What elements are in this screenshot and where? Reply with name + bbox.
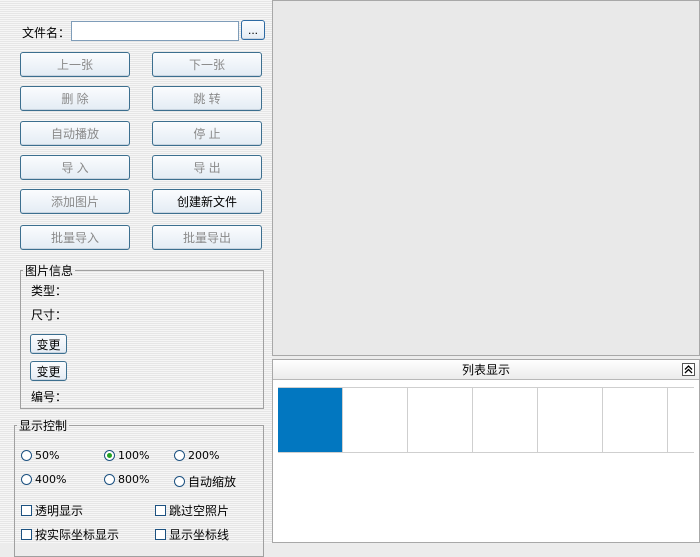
batch-import-button[interactable]: 批量导入 bbox=[20, 225, 130, 250]
id-label: 编号： bbox=[31, 390, 68, 404]
show-gridlines-label: 显示坐标线 bbox=[169, 528, 230, 542]
actual-coords-label: 按实际坐标显示 bbox=[35, 528, 120, 542]
import-button[interactable]: 导 入 bbox=[20, 155, 130, 180]
show-gridlines-checkbox[interactable]: 显示坐标线 bbox=[155, 526, 229, 543]
batch-export-button[interactable]: 批量导出 bbox=[152, 225, 262, 250]
thumbnail-cell[interactable] bbox=[538, 388, 603, 452]
zoom-50-label: 50% bbox=[35, 449, 60, 462]
thumbnail-cell[interactable] bbox=[343, 388, 408, 452]
list-panel: 列表显示 bbox=[272, 359, 700, 543]
file-name-input[interactable] bbox=[71, 21, 239, 41]
zoom-100-radio[interactable]: 100% bbox=[104, 449, 149, 462]
collapse-glyph bbox=[684, 365, 693, 374]
checkbox-icon bbox=[21, 505, 32, 516]
next-button[interactable]: 下一张 bbox=[152, 52, 262, 77]
radio-selected-icon bbox=[104, 450, 115, 461]
change-button-2[interactable]: 变更 bbox=[30, 361, 67, 381]
checkbox-icon bbox=[155, 505, 166, 516]
thumbnail-strip bbox=[278, 387, 694, 453]
image-preview-area[interactable] bbox=[272, 0, 700, 356]
thumbnail-cell[interactable] bbox=[408, 388, 473, 452]
transparent-label: 透明显示 bbox=[35, 504, 84, 518]
zoom-200-radio[interactable]: 200% bbox=[174, 449, 219, 462]
transparent-checkbox[interactable]: 透明显示 bbox=[21, 502, 83, 519]
prev-button[interactable]: 上一张 bbox=[20, 52, 130, 77]
skip-empty-label: 跳过空照片 bbox=[169, 504, 230, 518]
file-name-label: 文件名： bbox=[22, 26, 71, 40]
zoom-400-radio[interactable]: 400% bbox=[21, 473, 66, 486]
double-chevron-up-icon[interactable] bbox=[682, 363, 695, 376]
zoom-400-label: 400% bbox=[35, 473, 67, 486]
radio-icon bbox=[21, 474, 32, 485]
thumbnail-cell[interactable] bbox=[603, 388, 668, 452]
thumbnail-cell[interactable] bbox=[278, 388, 343, 452]
radio-icon bbox=[174, 450, 185, 461]
size-label: 尺寸： bbox=[31, 308, 68, 322]
list-header: 列表显示 bbox=[273, 360, 699, 380]
radio-icon bbox=[21, 450, 32, 461]
checkbox-icon bbox=[21, 529, 32, 540]
zoom-800-label: 800% bbox=[118, 473, 150, 486]
change-button-1[interactable]: 变更 bbox=[30, 334, 67, 354]
left-panel: 文件名： ... 上一张 下一张 删 除 跳 转 自动播放 停 止 导 入 导 … bbox=[0, 0, 272, 557]
new-file-button[interactable]: 创建新文件 bbox=[152, 189, 262, 214]
export-button[interactable]: 导 出 bbox=[152, 155, 262, 180]
add-image-button[interactable]: 添加图片 bbox=[20, 189, 130, 214]
zoom-50-radio[interactable]: 50% bbox=[21, 449, 59, 462]
radio-icon bbox=[174, 476, 185, 487]
delete-button[interactable]: 删 除 bbox=[20, 86, 130, 111]
checkbox-icon bbox=[155, 529, 166, 540]
zoom-200-label: 200% bbox=[188, 449, 220, 462]
skip-empty-checkbox[interactable]: 跳过空照片 bbox=[155, 502, 229, 519]
jump-button[interactable]: 跳 转 bbox=[152, 86, 262, 111]
thumbnail-cell[interactable] bbox=[473, 388, 538, 452]
actual-coords-checkbox[interactable]: 按实际坐标显示 bbox=[21, 526, 119, 543]
display-control-legend: 显示控制 bbox=[19, 419, 68, 433]
zoom-800-radio[interactable]: 800% bbox=[104, 473, 149, 486]
autoplay-button[interactable]: 自动播放 bbox=[20, 121, 130, 146]
type-label: 类型： bbox=[31, 284, 68, 298]
stop-button[interactable]: 停 止 bbox=[152, 121, 262, 146]
zoom-100-label: 100% bbox=[118, 449, 150, 462]
list-title: 列表显示 bbox=[461, 363, 510, 377]
zoom-auto-radio[interactable]: 自动缩放 bbox=[174, 473, 236, 490]
image-info-legend: 图片信息 bbox=[25, 264, 74, 278]
browse-button[interactable]: ... bbox=[241, 20, 265, 40]
zoom-auto-label: 自动缩放 bbox=[188, 475, 237, 489]
radio-icon bbox=[104, 474, 115, 485]
